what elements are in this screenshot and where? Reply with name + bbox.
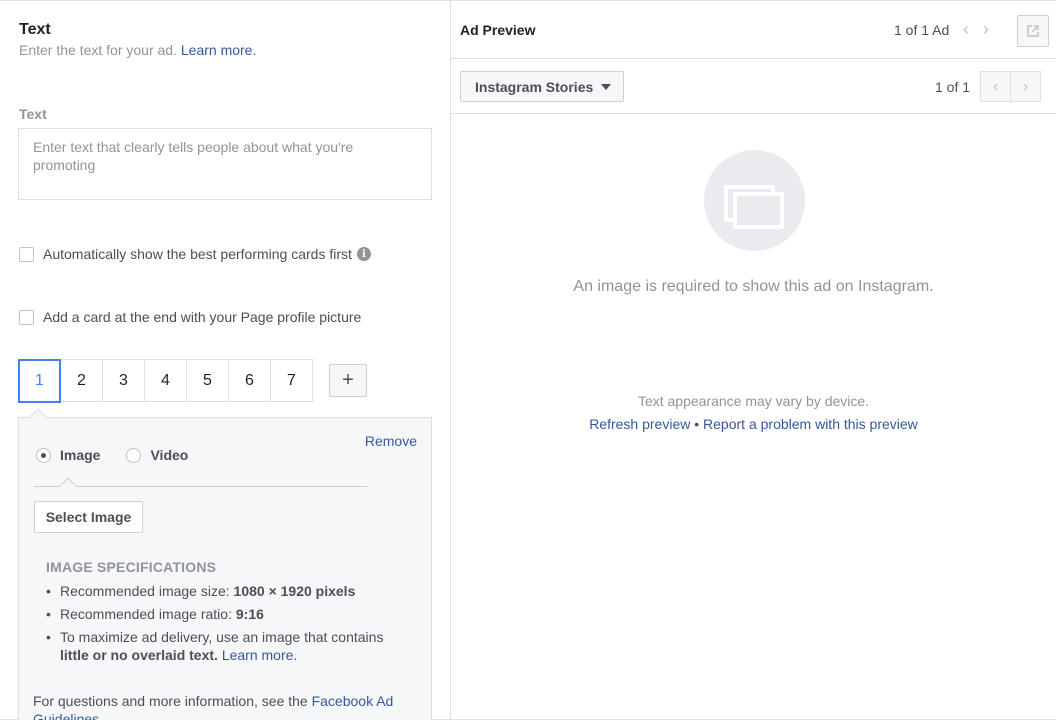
image-required-message: An image is required to show this ad on … bbox=[573, 278, 934, 295]
card-editor: Remove Image Video Select Image IMAGE SP… bbox=[18, 417, 432, 720]
media-divider bbox=[34, 486, 367, 487]
spec-size-value: 1080 × 1920 pixels bbox=[233, 583, 356, 599]
preview-pager: ‹ › bbox=[980, 71, 1041, 102]
add-card-button[interactable]: + bbox=[329, 364, 367, 397]
external-link-glyph bbox=[1027, 25, 1039, 37]
select-image-button[interactable]: Select Image bbox=[34, 501, 143, 533]
ad-preview-panel: Ad Preview 1 of 1 Ad ‹ › Instagram Stori… bbox=[451, 1, 1056, 720]
end-card-label: Add a card at the end with your Page pro… bbox=[43, 309, 362, 325]
image-radio[interactable] bbox=[36, 447, 51, 463]
end-card-option[interactable]: Add a card at the end with your Page pro… bbox=[19, 309, 361, 325]
spec-ratio: Recommended image ratio: 9:16 bbox=[46, 605, 416, 623]
preview-header: Ad Preview 1 of 1 Ad ‹ › bbox=[451, 1, 1056, 59]
section-subtitle: Enter the text for your ad. Learn more. bbox=[19, 42, 256, 58]
text-field-label: Text bbox=[19, 106, 47, 122]
spec-size-label: Recommended image size: bbox=[60, 583, 234, 599]
spec-ratio-label: Recommended image ratio: bbox=[60, 606, 236, 622]
card-tab-4[interactable]: 4 bbox=[144, 359, 187, 402]
spec-learn-more-link[interactable]: Learn more. bbox=[222, 647, 297, 663]
next-ad-chevron-icon[interactable]: › bbox=[983, 19, 989, 40]
card-tab-5[interactable]: 5 bbox=[186, 359, 229, 402]
placement-dropdown[interactable]: Instagram Stories bbox=[460, 71, 624, 102]
section-title: Text bbox=[19, 21, 51, 38]
card-tab-6[interactable]: 6 bbox=[228, 359, 271, 402]
prev-preview-button[interactable]: ‹ bbox=[980, 71, 1011, 102]
learn-more-link[interactable]: Learn more. bbox=[181, 42, 256, 58]
auto-best-cards-option[interactable]: Automatically show the best performing c… bbox=[19, 246, 371, 262]
info-icon[interactable]: i bbox=[356, 247, 371, 261]
card-tabs: 1 2 3 4 5 6 7 bbox=[18, 359, 313, 403]
image-placeholder-glyph bbox=[724, 185, 784, 229]
guidelines-footnote: For questions and more information, see … bbox=[33, 692, 403, 720]
spec-ratio-value: 9:16 bbox=[235, 606, 264, 622]
spec-size: Recommended image size: 1080 × 1920 pixe… bbox=[46, 582, 416, 600]
card-tab-1[interactable]: 1 bbox=[18, 359, 61, 403]
footnote-text: For questions and more information, see … bbox=[33, 693, 312, 709]
video-radio[interactable] bbox=[126, 447, 142, 463]
auto-best-cards-label: Automatically show the best performing c… bbox=[43, 246, 352, 262]
preview-toolbar: Instagram Stories 1 of 1 ‹ › bbox=[451, 59, 1056, 114]
spec-overlay-text: To maximize ad delivery, use an image th… bbox=[60, 629, 384, 645]
device-variance-note: Text appearance may vary by device. bbox=[637, 393, 870, 409]
card-tab-2[interactable]: 2 bbox=[60, 359, 103, 402]
image-spec-list: Recommended image size: 1080 × 1920 pixe… bbox=[46, 582, 416, 669]
card-tab-3[interactable]: 3 bbox=[102, 359, 145, 402]
end-card-checkbox[interactable] bbox=[19, 309, 34, 325]
card-tab-7[interactable]: 7 bbox=[270, 359, 313, 402]
creative-editor-panel: Text Enter the text for your ad. Learn m… bbox=[0, 1, 451, 720]
external-link-icon[interactable] bbox=[1017, 15, 1049, 47]
link-separator: • bbox=[694, 416, 700, 432]
media-type-selector: Image Video bbox=[36, 447, 188, 463]
ad-count: 1 of 1 Ad bbox=[894, 22, 950, 38]
caret-down-icon bbox=[601, 83, 612, 90]
image-placeholder-icon bbox=[704, 150, 805, 251]
ad-editor-frame: Text Enter the text for your ad. Learn m… bbox=[0, 0, 1056, 720]
spec-overlay: To maximize ad delivery, use an image th… bbox=[46, 628, 416, 664]
preview-title: Ad Preview bbox=[460, 22, 536, 38]
preview-links: Refresh preview • Report a problem with … bbox=[451, 416, 1056, 432]
prev-ad-chevron-icon[interactable]: ‹ bbox=[963, 19, 969, 40]
ad-text-input[interactable] bbox=[18, 128, 432, 200]
section-subtitle-text: Enter the text for your ad. bbox=[19, 42, 177, 58]
divider-pointer bbox=[59, 477, 77, 495]
remove-card-link[interactable]: Remove bbox=[365, 433, 417, 449]
placement-label: Instagram Stories bbox=[475, 78, 594, 95]
refresh-preview-link[interactable]: Refresh preview bbox=[589, 416, 690, 432]
auto-best-cards-checkbox[interactable] bbox=[19, 246, 34, 262]
image-radio-label[interactable]: Image bbox=[60, 447, 100, 463]
radio-selected-dot bbox=[41, 452, 46, 458]
image-spec-title: IMAGE SPECIFICATIONS bbox=[46, 559, 217, 575]
spec-overlay-bold: little or no overlaid text. bbox=[60, 647, 218, 663]
preview-page-count: 1 of 1 bbox=[935, 79, 971, 95]
next-preview-button[interactable]: › bbox=[1010, 71, 1041, 102]
video-radio-label[interactable]: Video bbox=[150, 447, 188, 463]
report-problem-link[interactable]: Report a problem with this preview bbox=[703, 416, 918, 432]
